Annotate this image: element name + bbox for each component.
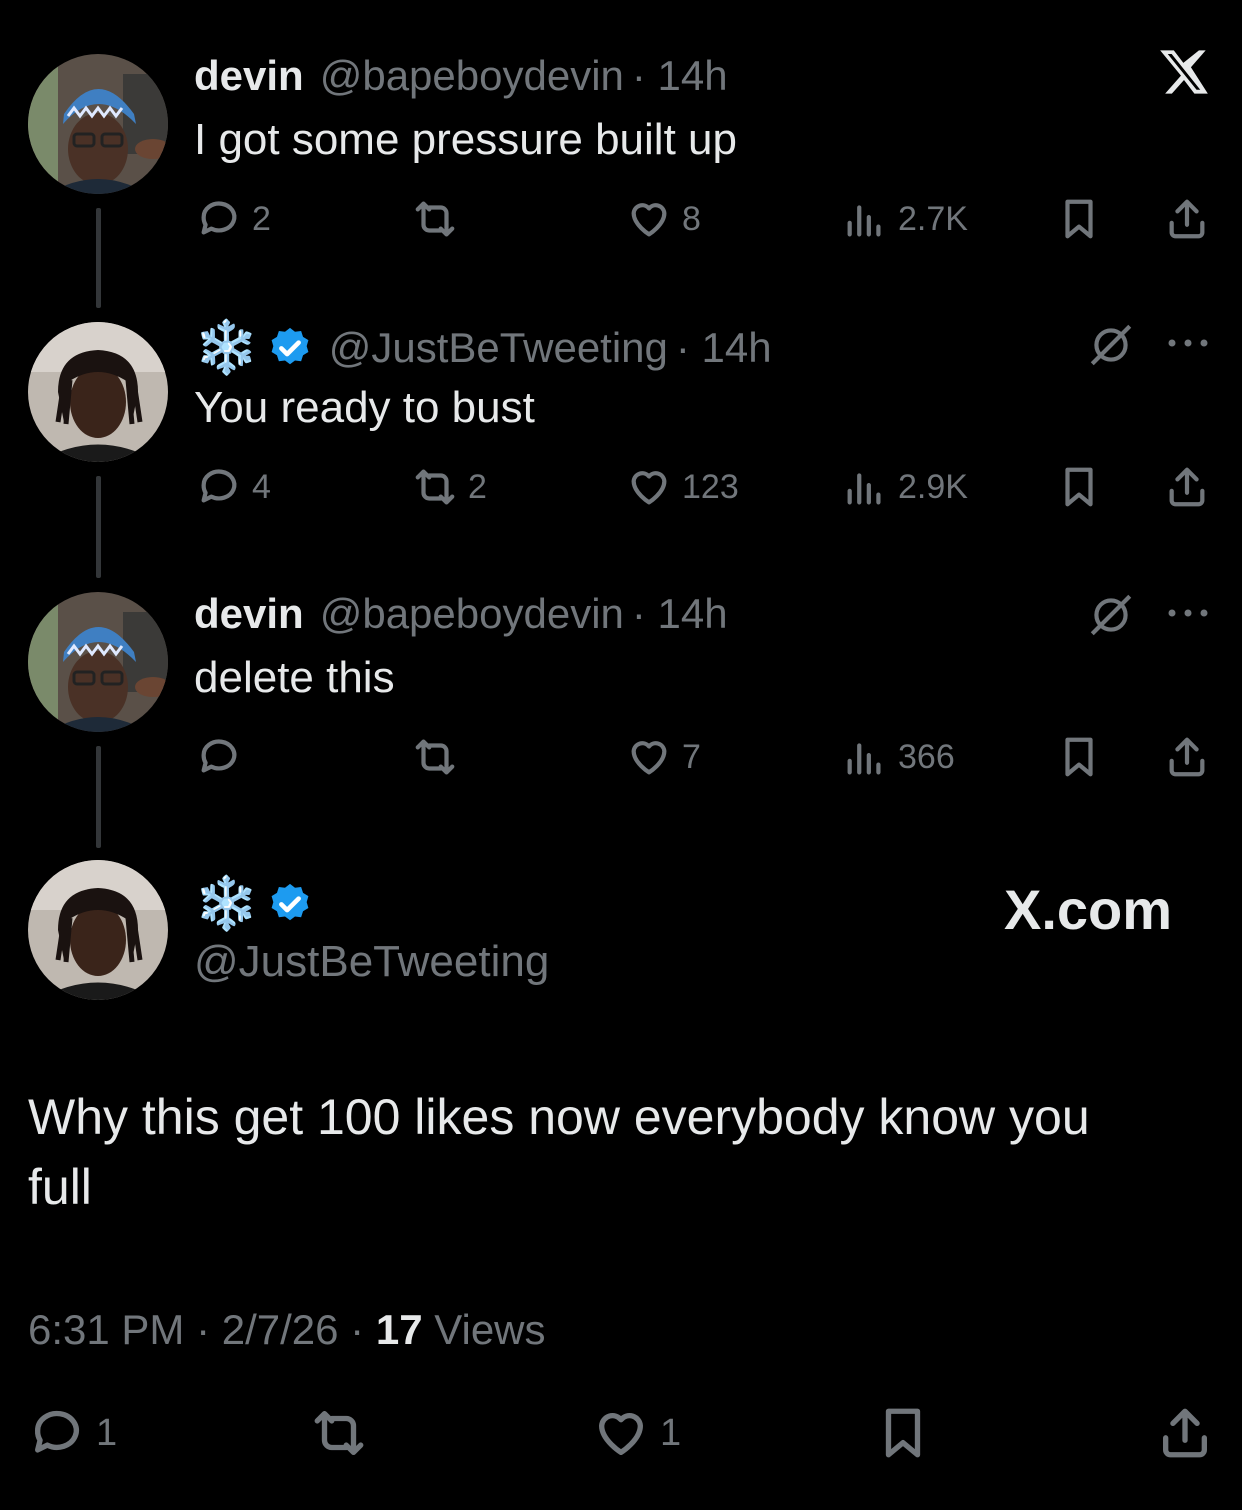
share-icon — [1169, 199, 1205, 239]
tweet-2-reply-count: 4 — [252, 467, 271, 506]
main-tweet-bookmark-button[interactable] — [874, 1404, 932, 1462]
main-tweet-timestamp[interactable]: 6:31 PM · 2/7/26 · — [28, 1306, 376, 1353]
repost-icon — [415, 739, 455, 775]
tweet-3-view-count: 366 — [898, 737, 955, 776]
thread-line — [96, 476, 101, 578]
thread-line — [96, 208, 101, 308]
more-options-icon[interactable] — [1166, 606, 1210, 620]
avatar-devin[interactable] — [28, 54, 168, 194]
heart-icon — [631, 203, 667, 237]
tweet-1-handle[interactable]: @bapeboydevin — [320, 52, 624, 100]
tweet-3-display-name[interactable]: devin — [194, 590, 304, 638]
main-tweet-repost-button[interactable] — [308, 1404, 380, 1462]
tweet-1-like-count: 8 — [682, 199, 701, 238]
tweet-3-share-button[interactable] — [1164, 734, 1210, 780]
views-icon — [847, 205, 881, 237]
tweet-2-bookmark-button[interactable] — [1056, 464, 1102, 510]
repost-icon — [314, 1411, 364, 1455]
tweet-1-views-button[interactable]: 2.7K — [842, 196, 968, 242]
reply-icon — [201, 469, 237, 503]
tweet-1-reply-button[interactable]: 2 — [196, 196, 271, 242]
tweet-1-time[interactable]: · 14h — [632, 52, 728, 100]
main-tweet-like-count: 1 — [660, 1411, 682, 1454]
grok-icon[interactable] — [1086, 320, 1136, 370]
main-tweet-view-count: 17 — [375, 1306, 423, 1353]
tweet-2-header: ❄️ @JustBeTweeting · 14h — [194, 320, 772, 376]
heart-icon — [631, 471, 667, 505]
xcom-watermark: X.com — [1004, 878, 1173, 941]
tweet-2-repost-count: 2 — [468, 467, 487, 506]
tweet-3-time[interactable]: · 14h — [632, 590, 728, 638]
repost-icon — [415, 469, 455, 505]
tweet-2-reply-button[interactable]: 4 — [196, 464, 271, 510]
main-tweet-reply-count: 1 — [96, 1411, 118, 1454]
thread-line — [96, 746, 101, 848]
reply-icon — [201, 201, 237, 235]
tweet-3-repost-button[interactable] — [412, 734, 468, 780]
bookmark-icon — [1065, 467, 1093, 507]
tweet-2-like-count: 123 — [682, 467, 739, 506]
x-logo-icon[interactable] — [1158, 46, 1210, 98]
tweet-2-views-button[interactable]: 2.9K — [842, 464, 968, 510]
main-tweet-meta: 6:31 PM · 2/7/26 · 17 Views — [28, 1306, 546, 1354]
tweet-2-display-name[interactable]: ❄️ — [194, 320, 259, 376]
tweet-3-like-count: 7 — [682, 737, 701, 776]
tweet-1-display-name[interactable]: devin — [194, 52, 304, 100]
tweet-1-bookmark-button[interactable] — [1056, 196, 1102, 242]
main-tweet-share-button[interactable] — [1156, 1404, 1214, 1462]
main-tweet-reply-button[interactable]: 1 — [28, 1404, 117, 1462]
tweet-1-like-button[interactable]: 8 — [626, 196, 701, 242]
bookmark-icon — [885, 1408, 921, 1458]
repost-icon — [415, 201, 455, 237]
tweet-3-bookmark-button[interactable] — [1056, 734, 1102, 780]
heart-icon — [631, 741, 667, 775]
verified-badge-icon — [271, 327, 309, 365]
tweet-1-text: I got some pressure built up — [194, 115, 737, 164]
tweet-1-share-button[interactable] — [1164, 196, 1210, 242]
main-tweet-handle[interactable]: @JustBeTweeting — [194, 936, 549, 988]
main-tweet-text-line-1: Why this get 100 likes now everybody kno… — [28, 1089, 1090, 1145]
tweet-2-view-count: 2.9K — [898, 467, 968, 506]
tweet-1-view-count: 2.7K — [898, 199, 968, 238]
main-tweet-name-row: ❄️ — [194, 876, 329, 932]
tweet-1-header: devin @bapeboydevin · 14h — [194, 52, 728, 100]
tweet-3-reply-button[interactable] — [196, 734, 252, 780]
reply-icon — [201, 739, 237, 773]
reply-icon — [35, 1410, 79, 1453]
main-tweet-views-label: Views — [422, 1306, 546, 1353]
tweet-3-text: delete this — [194, 653, 395, 702]
avatar-devin[interactable] — [28, 592, 168, 732]
avatar-justbetweeting[interactable] — [28, 860, 168, 1000]
views-icon — [847, 473, 881, 505]
share-icon — [1163, 1408, 1207, 1458]
bookmark-icon — [1065, 737, 1093, 777]
main-tweet-text-line-2: full — [28, 1159, 92, 1215]
tweet-2-handle[interactable]: @JustBeTweeting — [329, 324, 668, 372]
tweet-3-like-button[interactable]: 7 — [626, 734, 701, 780]
tweet-2-time[interactable]: · 14h — [676, 324, 772, 372]
tweet-1-repost-button[interactable] — [412, 196, 468, 242]
tweet-3-header: devin @bapeboydevin · 14h — [194, 590, 728, 638]
tweet-3-handle[interactable]: @bapeboydevin — [320, 590, 624, 638]
views-icon — [847, 743, 881, 775]
main-tweet-display-name[interactable]: ❄️ — [194, 876, 259, 932]
avatar-justbetweeting[interactable] — [28, 322, 168, 462]
tweet-2-share-button[interactable] — [1164, 464, 1210, 510]
tweet-2-text: You ready to bust — [194, 383, 535, 432]
more-options-icon[interactable] — [1166, 336, 1210, 350]
tweet-1-reply-count: 2 — [252, 199, 271, 238]
grok-icon[interactable] — [1086, 590, 1136, 640]
verified-badge-icon — [271, 883, 309, 921]
heart-icon — [599, 1413, 643, 1455]
tweet-2-repost-button[interactable]: 2 — [412, 464, 487, 510]
share-icon — [1169, 467, 1205, 507]
tweet-2-like-button[interactable]: 123 — [626, 464, 739, 510]
main-tweet-like-button[interactable]: 1 — [592, 1404, 681, 1462]
bookmark-icon — [1065, 199, 1093, 239]
tweet-3-views-button[interactable]: 366 — [842, 734, 955, 780]
share-icon — [1169, 737, 1205, 777]
